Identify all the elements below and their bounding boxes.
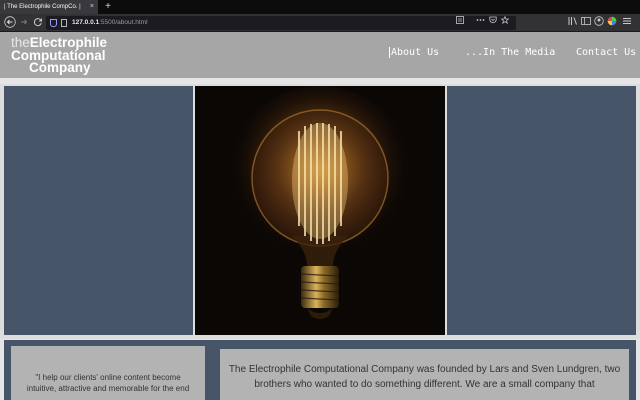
site-logo[interactable]: theElectrophile Computational Company <box>11 36 107 75</box>
forward-icon[interactable] <box>17 16 31 30</box>
url-host: 127.0.0.1 <box>72 19 100 26</box>
back-icon[interactable] <box>3 16 17 30</box>
nav-contact-us[interactable]: Contact Us <box>576 47 636 58</box>
hero-left-panel <box>4 86 193 335</box>
nav-about-us[interactable]: About Us <box>389 47 439 58</box>
reader-view-icon[interactable] <box>456 16 464 30</box>
url-text[interactable]: 127.0.0.1:5500/about.html <box>72 16 148 30</box>
color-extension-icon[interactable] <box>605 16 619 30</box>
quote-text: "I help our clients' online content beco… <box>26 373 190 393</box>
browser-toolbar: 127.0.0.1:5500/about.html <box>0 14 640 32</box>
tracking-shield-icon[interactable] <box>50 19 57 27</box>
lightbulb-image <box>195 86 445 335</box>
close-tab-icon[interactable]: × <box>90 0 94 14</box>
pocket-icon[interactable] <box>489 16 497 30</box>
page-info-icon[interactable] <box>61 19 67 27</box>
url-path: :5500/about.html <box>99 19 148 26</box>
menu-icon[interactable] <box>620 16 634 30</box>
url-bar[interactable]: 127.0.0.1:5500/about.html <box>46 15 516 30</box>
library-icon[interactable] <box>566 16 580 30</box>
browser-tab-bar: | The Electrophile CompCo. | × + <box>0 0 640 14</box>
new-tab-button[interactable]: + <box>103 0 113 14</box>
logo-line-3: Company <box>29 60 91 75</box>
browser-tab[interactable]: | The Electrophile CompCo. | × <box>0 0 98 14</box>
page-actions-icon[interactable] <box>476 16 485 30</box>
sidebar-icon[interactable] <box>579 16 593 30</box>
bookmark-star-icon[interactable] <box>500 15 510 30</box>
account-icon[interactable] <box>592 16 606 30</box>
hero-right-panel <box>447 86 636 335</box>
tab-title: | The Electrophile CompCo. | <box>4 4 81 10</box>
about-text: The Electrophile Computational Company w… <box>228 364 621 390</box>
reload-icon[interactable] <box>31 16 45 30</box>
nav-in-the-media[interactable]: ...In The Media <box>465 47 555 58</box>
